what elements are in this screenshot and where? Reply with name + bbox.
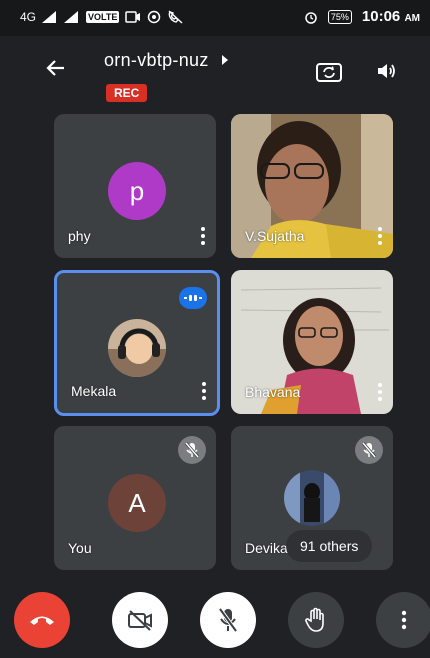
more-options-button[interactable] bbox=[375, 226, 385, 246]
volte-badge: VOLTE bbox=[86, 11, 120, 23]
participant-tile-bhavana[interactable]: Bhavana bbox=[231, 270, 393, 414]
signal-icon bbox=[42, 11, 57, 23]
end-call-icon bbox=[30, 616, 54, 625]
status-left: 4G VOLTE bbox=[20, 10, 183, 24]
switch-camera-icon bbox=[316, 63, 342, 82]
end-call-button[interactable] bbox=[14, 592, 70, 648]
back-button[interactable] bbox=[44, 56, 68, 87]
mic-off-icon bbox=[362, 442, 376, 458]
hotspot-icon bbox=[148, 10, 161, 24]
others-chip[interactable]: 91 others bbox=[286, 530, 373, 562]
participant-tile-phy[interactable]: p phy bbox=[54, 114, 216, 258]
switch-camera-button[interactable] bbox=[316, 58, 342, 84]
raise-hand-icon bbox=[305, 607, 324, 632]
more-options-button[interactable] bbox=[199, 381, 209, 401]
meeting-header: orn-vbtp-nuz REC bbox=[0, 36, 430, 110]
participant-name: phy bbox=[68, 228, 91, 244]
signal-icon-2 bbox=[64, 11, 79, 23]
avatar-photo bbox=[108, 319, 166, 377]
avatar: A bbox=[108, 474, 166, 532]
mic-toggle-button[interactable] bbox=[200, 592, 256, 648]
audio-level-icon bbox=[184, 295, 202, 301]
more-vert-icon bbox=[401, 610, 407, 630]
participant-name: Mekala bbox=[71, 383, 117, 399]
participant-tile-v-sujatha[interactable]: V.Sujatha bbox=[231, 114, 393, 258]
avatar bbox=[108, 319, 166, 377]
cast-icon bbox=[125, 11, 141, 23]
participant-name: Devika bbox=[245, 540, 288, 556]
participant-tile-mekala[interactable]: Mekala bbox=[54, 270, 220, 416]
status-bar: 4G VOLTE 75% 10:06 AM bbox=[0, 0, 430, 36]
more-options-button[interactable] bbox=[375, 382, 385, 402]
avatar bbox=[284, 470, 340, 526]
audio-output-button[interactable] bbox=[374, 58, 400, 84]
meeting-title[interactable]: orn-vbtp-nuz bbox=[104, 50, 230, 71]
clock: 10:06 AM bbox=[361, 8, 420, 25]
speaker-icon bbox=[378, 64, 395, 78]
chevron-right-icon bbox=[221, 55, 228, 65]
participant-name: Bhavana bbox=[245, 384, 301, 400]
more-options-button[interactable] bbox=[198, 226, 208, 246]
speaking-indicator bbox=[179, 287, 207, 309]
muted-indicator bbox=[178, 436, 206, 464]
arrow-left-icon bbox=[46, 60, 64, 76]
participant-name: V.Sujatha bbox=[245, 228, 305, 244]
camera-off-icon bbox=[128, 610, 152, 631]
camera-toggle-button[interactable] bbox=[112, 592, 168, 648]
meeting-code: orn-vbtp-nuz bbox=[104, 50, 209, 70]
network-label: 4G bbox=[20, 10, 37, 24]
more-options-button[interactable] bbox=[376, 592, 430, 648]
recording-badge: REC bbox=[106, 84, 148, 102]
raise-hand-button[interactable] bbox=[288, 592, 344, 648]
participant-name: You bbox=[68, 540, 92, 556]
mute-phone-icon bbox=[168, 10, 183, 24]
avatar: p bbox=[108, 162, 166, 220]
mic-off-icon bbox=[218, 607, 238, 633]
participant-tile-you[interactable]: A You bbox=[54, 426, 216, 570]
status-right: 75% 10:06 AM bbox=[304, 8, 420, 25]
alarm-icon bbox=[305, 11, 317, 24]
avatar-photo bbox=[284, 470, 340, 526]
muted-indicator bbox=[355, 436, 383, 464]
mic-off-icon bbox=[185, 442, 199, 458]
battery-indicator: 75% bbox=[327, 9, 352, 24]
